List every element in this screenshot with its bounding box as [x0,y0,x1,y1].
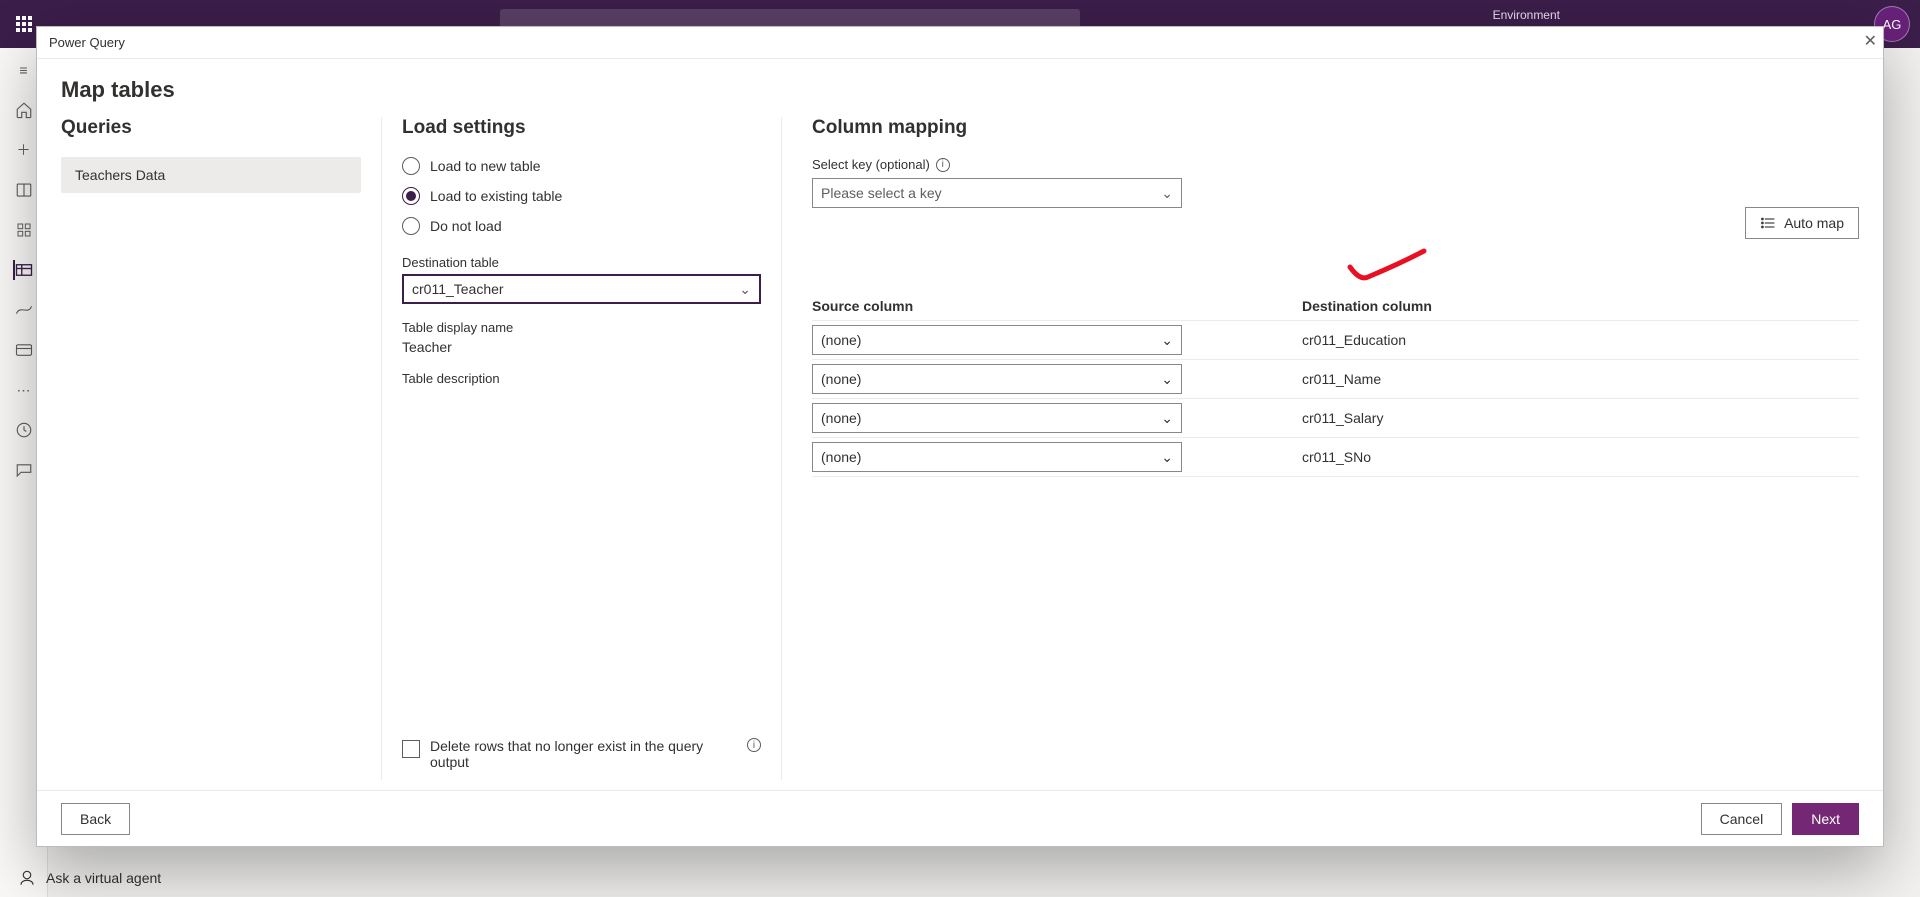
mapping-row: (none) ⌄ cr011_Education [812,321,1859,360]
destination-table-label: Destination table [402,255,761,270]
cancel-button[interactable]: Cancel [1701,803,1783,835]
plus-icon[interactable]: ＋ [14,140,34,160]
checkbox[interactable] [402,740,420,758]
mapping-row: (none) ⌄ cr011_Salary [812,399,1859,438]
mapping-row: (none) ⌄ cr011_SNo [812,438,1859,477]
ask-virtual-agent[interactable]: Ask a virtual agent [18,869,161,887]
table-icon[interactable] [13,260,33,280]
mapping-row: (none) ⌄ cr011_Name [812,360,1859,399]
dropdown-value: cr011_Teacher [412,281,504,297]
info-icon[interactable]: i [936,158,950,172]
chevron-down-icon: ⌄ [739,281,751,298]
select-key-dropdown[interactable]: Please select a key ⌄ [812,178,1182,208]
load-settings-column: Load settings Load to new table Load to … [381,117,781,780]
table-description-label: Table description [402,371,761,386]
delete-rows-option[interactable]: Delete rows that no longer exist in the … [402,738,761,770]
radio-load-existing-table[interactable]: Load to existing table [402,187,761,205]
chevron-down-icon: ⌄ [1161,371,1173,388]
checkbox-label: Delete rows that no longer exist in the … [430,738,737,770]
chat-icon[interactable] [14,460,34,480]
radio-label: Do not load [430,218,502,234]
column-mapping-heading: Column mapping [812,117,1859,139]
info-icon[interactable]: i [747,738,761,752]
query-item[interactable]: Teachers Data [61,157,361,193]
display-name-value: Teacher [402,339,761,355]
modal-header-title: Power Query [49,35,125,50]
destination-table-dropdown[interactable]: cr011_Teacher ⌄ [402,274,761,304]
chevron-down-icon: ⌄ [1161,332,1173,349]
app-shell: Environment AG ≡ ＋ ⋯ [0,0,1920,897]
source-column-dropdown[interactable]: (none) ⌄ [812,442,1182,472]
flow-icon[interactable] [14,300,34,320]
back-button[interactable]: Back [61,803,130,835]
dropdown-value: (none) [821,371,861,387]
chevron-down-icon: ⌄ [1161,449,1173,466]
load-option-group: Load to new table Load to existing table… [402,157,761,235]
bot-icon [18,869,36,887]
queries-heading: Queries [61,117,361,139]
destination-column-value: cr011_SNo [1302,449,1371,465]
hamburger-icon[interactable]: ≡ [14,60,34,80]
book-icon[interactable] [14,180,34,200]
close-icon[interactable]: ✕ [1864,31,1877,51]
modal-header: Power Query ✕ [37,27,1883,59]
modal-footer: Back Cancel Next [37,790,1883,846]
radio-label: Load to new table [430,158,541,174]
select-key-label: Select key (optional) i [812,157,1859,172]
source-column-dropdown[interactable]: (none) ⌄ [812,364,1182,394]
destination-column-header: Destination column [1302,298,1432,314]
power-query-modal: Power Query ✕ Map tables Queries Teacher… [36,26,1884,847]
more-icon[interactable]: ⋯ [14,380,34,400]
dropdown-value: (none) [821,410,861,426]
chevron-down-icon: ⌄ [1161,410,1173,427]
source-column-dropdown[interactable]: (none) ⌄ [812,325,1182,355]
card-icon[interactable] [14,340,34,360]
next-button[interactable]: Next [1792,803,1859,835]
destination-column-value: cr011_Education [1302,332,1406,348]
modal-title: Map tables [37,59,1883,107]
dropdown-value: (none) [821,332,861,348]
radio-load-new-table[interactable]: Load to new table [402,157,761,175]
home-icon[interactable] [14,100,34,120]
grid-icon[interactable] [14,220,34,240]
auto-map-label: Auto map [1784,215,1844,231]
mapping-table: Source column Destination column (none) … [812,298,1859,477]
queries-column: Queries Teachers Data [61,117,381,780]
clock-icon[interactable] [14,420,34,440]
destination-column-value: cr011_Name [1302,371,1381,387]
display-name-label: Table display name [402,320,761,335]
ask-agent-label: Ask a virtual agent [46,870,161,886]
radio-label: Load to existing table [430,188,562,204]
dropdown-value: (none) [821,449,861,465]
column-mapping-column: Column mapping Select key (optional) i P… [781,117,1859,780]
source-column-dropdown[interactable]: (none) ⌄ [812,403,1182,433]
destination-column-value: cr011_Salary [1302,410,1383,426]
dropdown-placeholder: Please select a key [821,185,942,201]
radio-do-not-load[interactable]: Do not load [402,217,761,235]
auto-map-icon [1760,216,1776,230]
source-column-header: Source column [812,298,1302,314]
environment-label: Environment [1493,8,1560,22]
annotation-checkmark [1342,247,1432,287]
chevron-down-icon: ⌄ [1161,185,1173,202]
load-settings-heading: Load settings [402,117,761,139]
auto-map-button[interactable]: Auto map [1745,207,1859,239]
